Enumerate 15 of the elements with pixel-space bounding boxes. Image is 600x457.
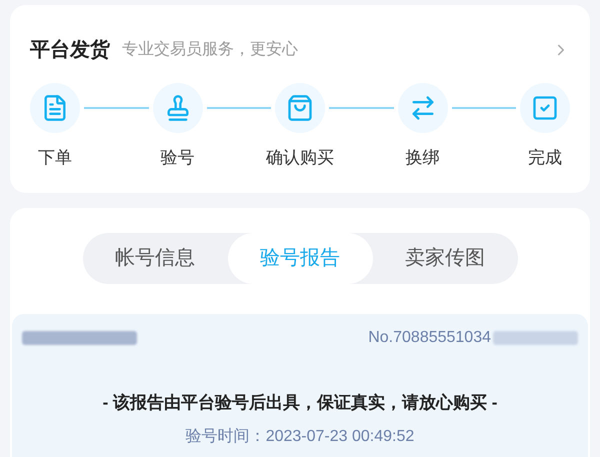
time-label: 验号时间：	[186, 426, 266, 447]
card-title: 平台发货	[30, 38, 110, 63]
step-label: 换绑	[406, 147, 440, 169]
verify-time: 2023-07-23 00:49:52	[266, 427, 414, 447]
step-label: 验号	[160, 147, 194, 169]
step-label: 确认购买	[266, 147, 334, 169]
tab[interactable]: 卖家传图	[372, 232, 518, 284]
step-label: 完成	[528, 147, 562, 169]
report-notice: - 该报告由平台验号后出具，保证真实，请放心购买 -	[102, 392, 498, 414]
checkbox-icon	[531, 94, 559, 122]
shopping-bag-icon	[286, 94, 314, 122]
tab[interactable]: 帐号信息	[82, 232, 228, 284]
step-label: 下单	[38, 147, 72, 169]
card-subtitle: 专业交易员服务，更安心	[122, 40, 298, 60]
report-number: No.70885551034	[368, 328, 491, 348]
